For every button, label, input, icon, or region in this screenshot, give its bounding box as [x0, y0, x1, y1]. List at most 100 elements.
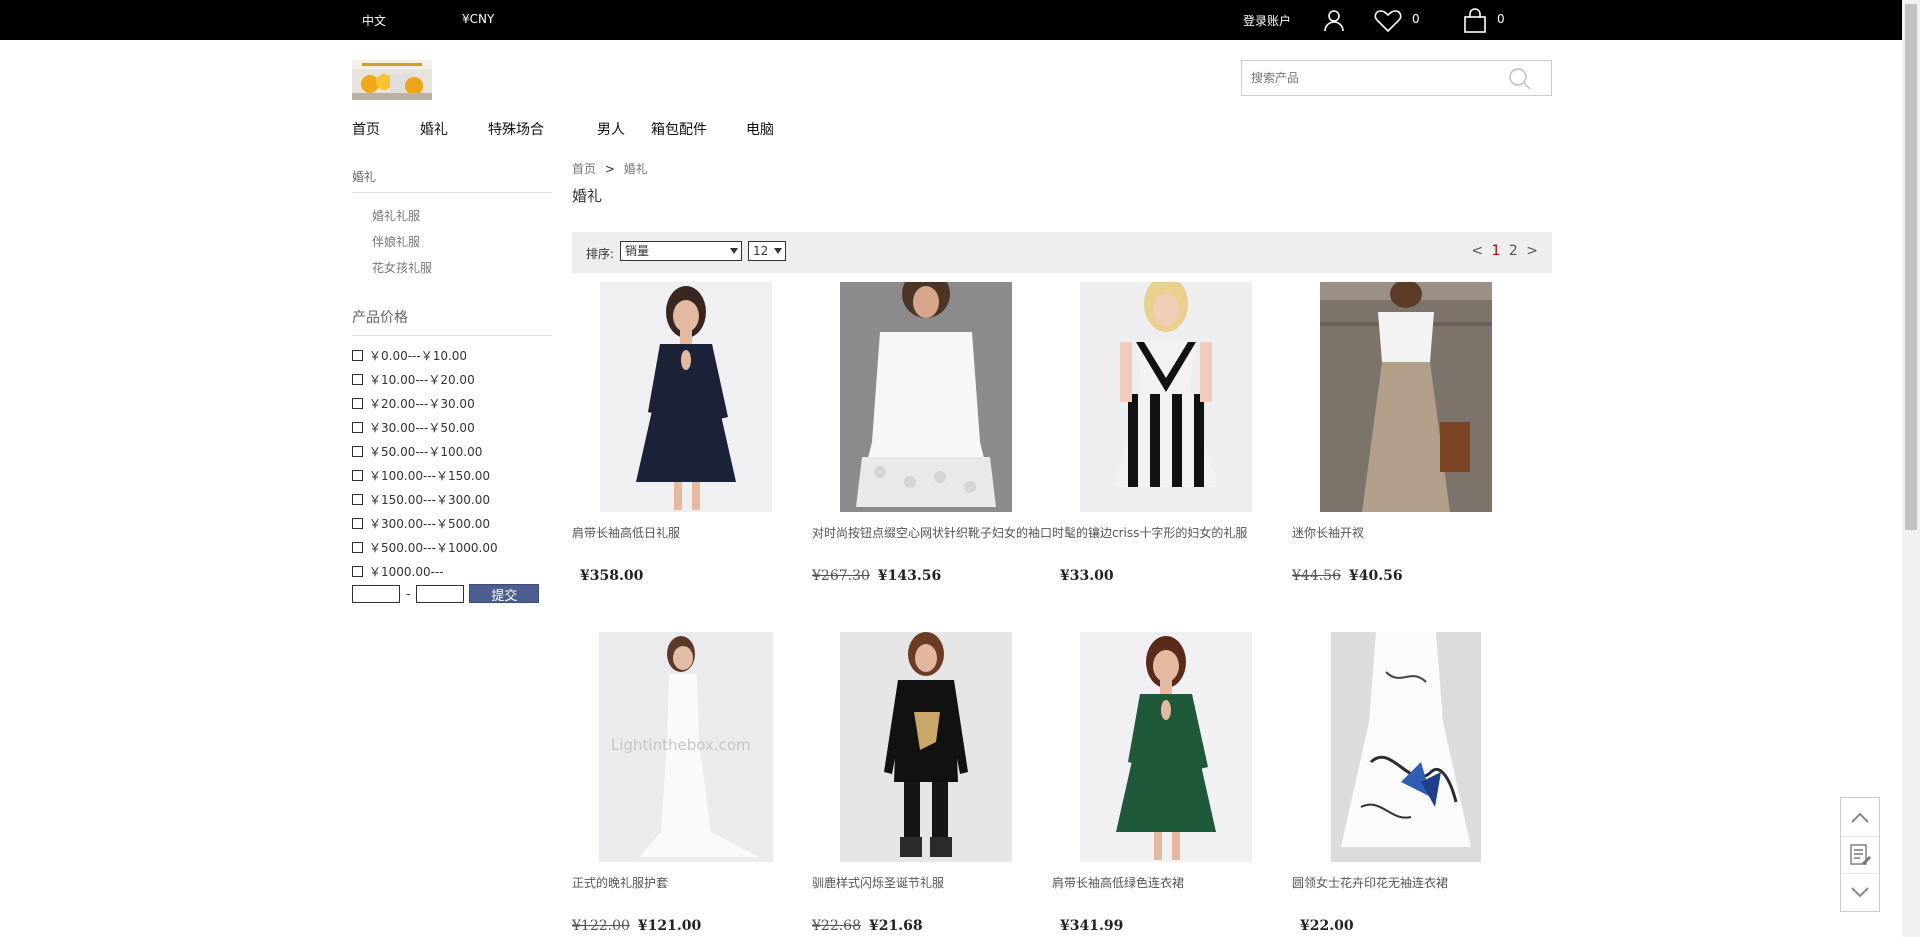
- notes-icon: [1850, 844, 1871, 865]
- min-price-input[interactable]: [352, 584, 400, 603]
- price-range-option[interactable]: ￥50.00---￥100.00: [352, 439, 552, 463]
- nav-special-occasions[interactable]: 特殊场合: [488, 119, 597, 139]
- product-name[interactable]: 对时尚按钮点缀空心网状针织靴子妇女的袖口时髦的镶边criss十字形的妇女的礼服: [812, 524, 1247, 541]
- nav-wedding[interactable]: 婚礼: [420, 119, 488, 139]
- site-logo[interactable]: [352, 60, 432, 100]
- search-input[interactable]: [1242, 61, 1492, 95]
- price-range-option[interactable]: ￥0.00---￥10.00: [352, 343, 552, 367]
- price-range-option[interactable]: ￥20.00---￥30.00: [352, 391, 552, 415]
- nav-bags-accessories[interactable]: 箱包配件: [651, 119, 746, 139]
- range-dash: -: [406, 586, 411, 601]
- checkbox[interactable]: [352, 397, 363, 409]
- breadcrumb-home[interactable]: 首页: [572, 162, 596, 176]
- next-page-button[interactable]: >: [1526, 243, 1538, 259]
- product-price: ¥358.00: [572, 568, 643, 584]
- product-price: ¥267.30 ¥143.56: [812, 568, 941, 584]
- price-range-option[interactable]: ￥30.00---￥50.00: [352, 415, 552, 439]
- product-price: ¥341.99: [1052, 918, 1123, 934]
- current-price: ¥22.00: [1300, 918, 1354, 934]
- product-price: ¥44.56 ¥40.56: [1292, 568, 1403, 584]
- old-price: ¥22.68: [812, 918, 861, 934]
- price-range-option[interactable]: ￥300.00---￥500.00: [352, 511, 552, 535]
- breadcrumb-separator: >: [604, 162, 615, 176]
- product-image[interactable]: [840, 282, 1012, 512]
- prev-page-button[interactable]: <: [1471, 243, 1483, 259]
- nav-men[interactable]: 男人: [597, 119, 651, 139]
- language-selector[interactable]: 中文: [362, 12, 386, 29]
- sort-select[interactable]: 销量: [620, 241, 742, 261]
- floating-toolbar: [1840, 797, 1880, 912]
- sort-label: 排序:: [586, 247, 615, 261]
- checkbox[interactable]: [352, 517, 363, 529]
- heart-icon[interactable]: [1374, 9, 1402, 33]
- current-price: ¥143.56: [877, 568, 942, 584]
- old-price: ¥44.56: [1292, 568, 1341, 584]
- checkbox[interactable]: [352, 493, 363, 505]
- page-2[interactable]: 2: [1509, 243, 1518, 259]
- price-filter-title: 产品价格: [352, 307, 552, 336]
- current-price: ¥341.99: [1060, 918, 1124, 934]
- current-price: ¥40.56: [1349, 568, 1403, 584]
- sidebar-item-wedding-dresses[interactable]: 婚礼礼服: [352, 203, 552, 229]
- scroll-down-button[interactable]: [1841, 874, 1879, 912]
- old-price: ¥122.00: [572, 918, 630, 934]
- page-size-select[interactable]: 12: [748, 241, 786, 261]
- login-link[interactable]: 登录账户: [1243, 12, 1291, 29]
- breadcrumb-current[interactable]: 婚礼: [624, 162, 648, 176]
- checkbox[interactable]: [352, 373, 363, 385]
- chevron-down-icon: [730, 248, 738, 254]
- submit-price-button[interactable]: 提交: [469, 584, 540, 604]
- product-image[interactable]: [1320, 282, 1492, 512]
- currency-selector[interactable]: ¥CNY: [462, 12, 494, 26]
- product-image[interactable]: [1080, 632, 1252, 862]
- sidebar-item-flower-girl-dresses[interactable]: 花女孩礼服: [352, 255, 552, 281]
- price-range-option[interactable]: ￥100.00---￥150.00: [352, 463, 552, 487]
- main-nav: 首页 婚礼 特殊场合 男人 箱包配件 电脑: [352, 119, 774, 139]
- sidebar-category-title[interactable]: 婚礼: [352, 168, 552, 193]
- price-range-option[interactable]: ￥150.00---￥300.00: [352, 487, 552, 511]
- price-range-option[interactable]: ￥1000.00---: [352, 559, 552, 583]
- product-image[interactable]: [600, 282, 772, 512]
- price-range-option[interactable]: ￥500.00---￥1000.00: [352, 535, 552, 559]
- product-name[interactable]: 圆领女士花卉印花无袖连衣裙: [1292, 874, 1448, 891]
- sidebar-item-bridesmaid-dresses[interactable]: 伴娘礼服: [352, 229, 552, 255]
- checkbox[interactable]: [352, 565, 363, 577]
- product-price: ¥22.00: [1292, 918, 1354, 934]
- svg-text:Lightinthebox.com: Lightinthebox.com: [611, 736, 751, 754]
- price-range-option[interactable]: ￥10.00---￥20.00: [352, 367, 552, 391]
- product-name[interactable]: 肩带长袖高低日礼服: [572, 524, 680, 541]
- product-name[interactable]: 迷你长袖开衩: [1292, 524, 1364, 541]
- scrollbar-thumb[interactable]: [1905, 4, 1917, 530]
- max-price-input[interactable]: [416, 584, 465, 603]
- nav-computers[interactable]: 电脑: [746, 119, 774, 139]
- checkbox[interactable]: [352, 349, 363, 361]
- chevron-down-icon: [774, 248, 782, 254]
- checkbox[interactable]: [352, 469, 363, 481]
- nav-home[interactable]: 首页: [352, 119, 420, 139]
- product-name[interactable]: 肩带长袖高低绿色连衣裙: [1052, 874, 1184, 891]
- search-box: [1241, 60, 1552, 96]
- user-icon[interactable]: [1322, 8, 1346, 32]
- product-price: ¥122.00 ¥121.00: [572, 918, 701, 934]
- pagination: < 1 2 >: [1471, 243, 1538, 259]
- cart-icon[interactable]: [1462, 8, 1488, 34]
- chevron-down-icon: [1851, 887, 1869, 898]
- current-price: ¥121.00: [637, 918, 702, 934]
- notes-button[interactable]: [1841, 836, 1879, 874]
- checkbox[interactable]: [352, 421, 363, 433]
- checkbox[interactable]: [352, 541, 363, 553]
- product-image[interactable]: [840, 632, 1012, 862]
- product-image[interactable]: [1080, 282, 1252, 512]
- scroll-top-button[interactable]: [1841, 798, 1879, 836]
- product-name[interactable]: 正式的晚礼服护套: [572, 874, 668, 891]
- current-price: ¥358.00: [580, 568, 644, 584]
- chevron-up-icon: [1851, 812, 1869, 823]
- product-image[interactable]: [1331, 632, 1481, 862]
- search-icon[interactable]: [1507, 67, 1531, 91]
- product-image[interactable]: Lightinthebox.com: [599, 632, 773, 862]
- page-1[interactable]: 1: [1492, 243, 1501, 259]
- page-scrollbar[interactable]: [1902, 0, 1920, 937]
- product-name[interactable]: 驯鹿样式闪烁圣诞节礼服: [812, 874, 944, 891]
- checkbox[interactable]: [352, 445, 363, 457]
- page-title: 婚礼: [572, 187, 603, 205]
